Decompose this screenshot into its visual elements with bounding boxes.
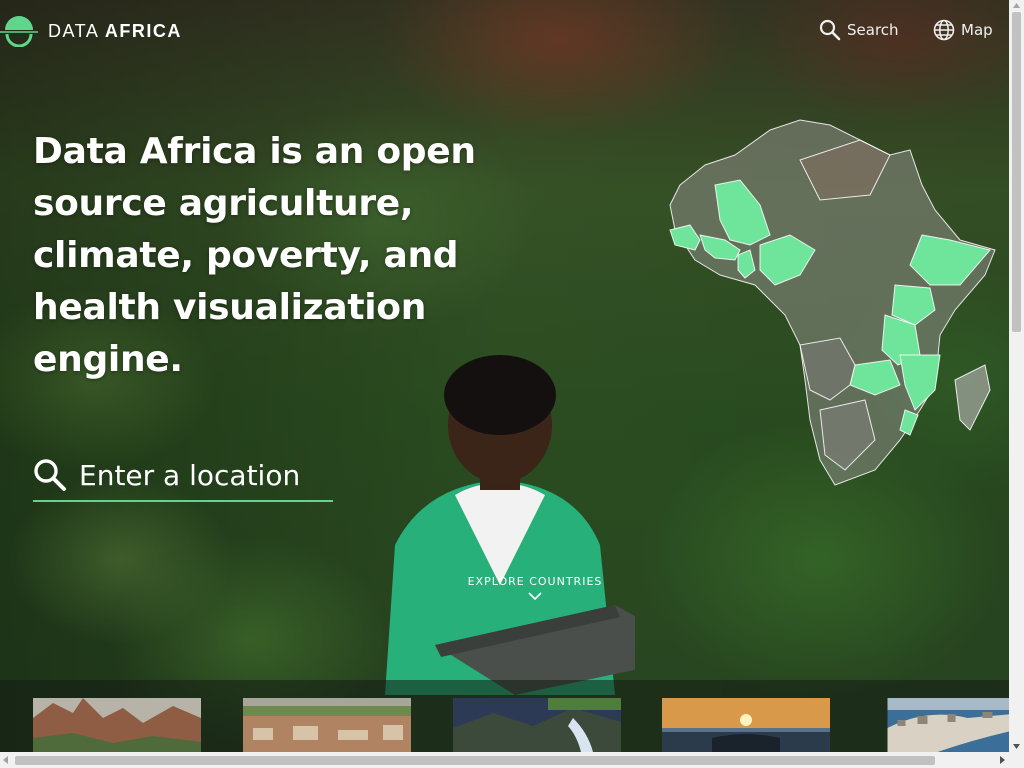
hero-photo-person: [385, 355, 635, 695]
location-search-input[interactable]: [79, 458, 329, 492]
chevron-down-icon: [528, 592, 542, 601]
scroll-up-arrow-icon[interactable]: [1009, 0, 1024, 12]
country-thumbnail-5[interactable]: [872, 698, 1009, 752]
search-nav-label: Search: [847, 21, 899, 39]
search-nav-button[interactable]: Search: [819, 19, 899, 41]
scroll-left-arrow-icon[interactable]: [0, 752, 12, 768]
search-icon: [34, 459, 66, 491]
country-thumbnail-1[interactable]: [33, 698, 201, 752]
scroll-down-arrow-icon[interactable]: [1009, 740, 1024, 752]
location-search[interactable]: [33, 450, 333, 502]
horizontal-scroll-thumb[interactable]: [15, 756, 935, 765]
logo[interactable]: DATA AFRICA: [0, 14, 182, 48]
map-nav-button[interactable]: Map: [933, 19, 993, 41]
data-africa-logo: [0, 16, 38, 47]
country-thumbnail-2[interactable]: [243, 698, 411, 752]
horizontal-scrollbar[interactable]: [0, 752, 1024, 768]
country-thumbnail-4[interactable]: [662, 698, 830, 752]
country-thumbnail-3[interactable]: [453, 698, 621, 752]
search-icon: [819, 19, 841, 41]
explore-countries-label: EXPLORE COUNTRIES: [467, 575, 603, 588]
vertical-scroll-thumb[interactable]: [1012, 12, 1021, 332]
globe-icon: [933, 19, 955, 41]
map-nav-label: Map: [961, 21, 993, 39]
hero-background: DATA AFRICA Search Map Data Africa is an…: [0, 0, 1009, 752]
explore-countries-button[interactable]: EXPLORE COUNTRIES: [465, 575, 605, 601]
scroll-right-arrow-icon[interactable]: [996, 752, 1008, 768]
vertical-scrollbar[interactable]: [1009, 0, 1024, 752]
africa-map[interactable]: [660, 110, 1000, 490]
logo-text: DATA AFRICA: [48, 20, 182, 41]
top-navigation-bar: DATA AFRICA Search Map: [0, 0, 1009, 62]
country-thumbnails-strip: [0, 680, 1009, 752]
hero-headline: Data Africa is an open source agricultur…: [33, 131, 476, 380]
